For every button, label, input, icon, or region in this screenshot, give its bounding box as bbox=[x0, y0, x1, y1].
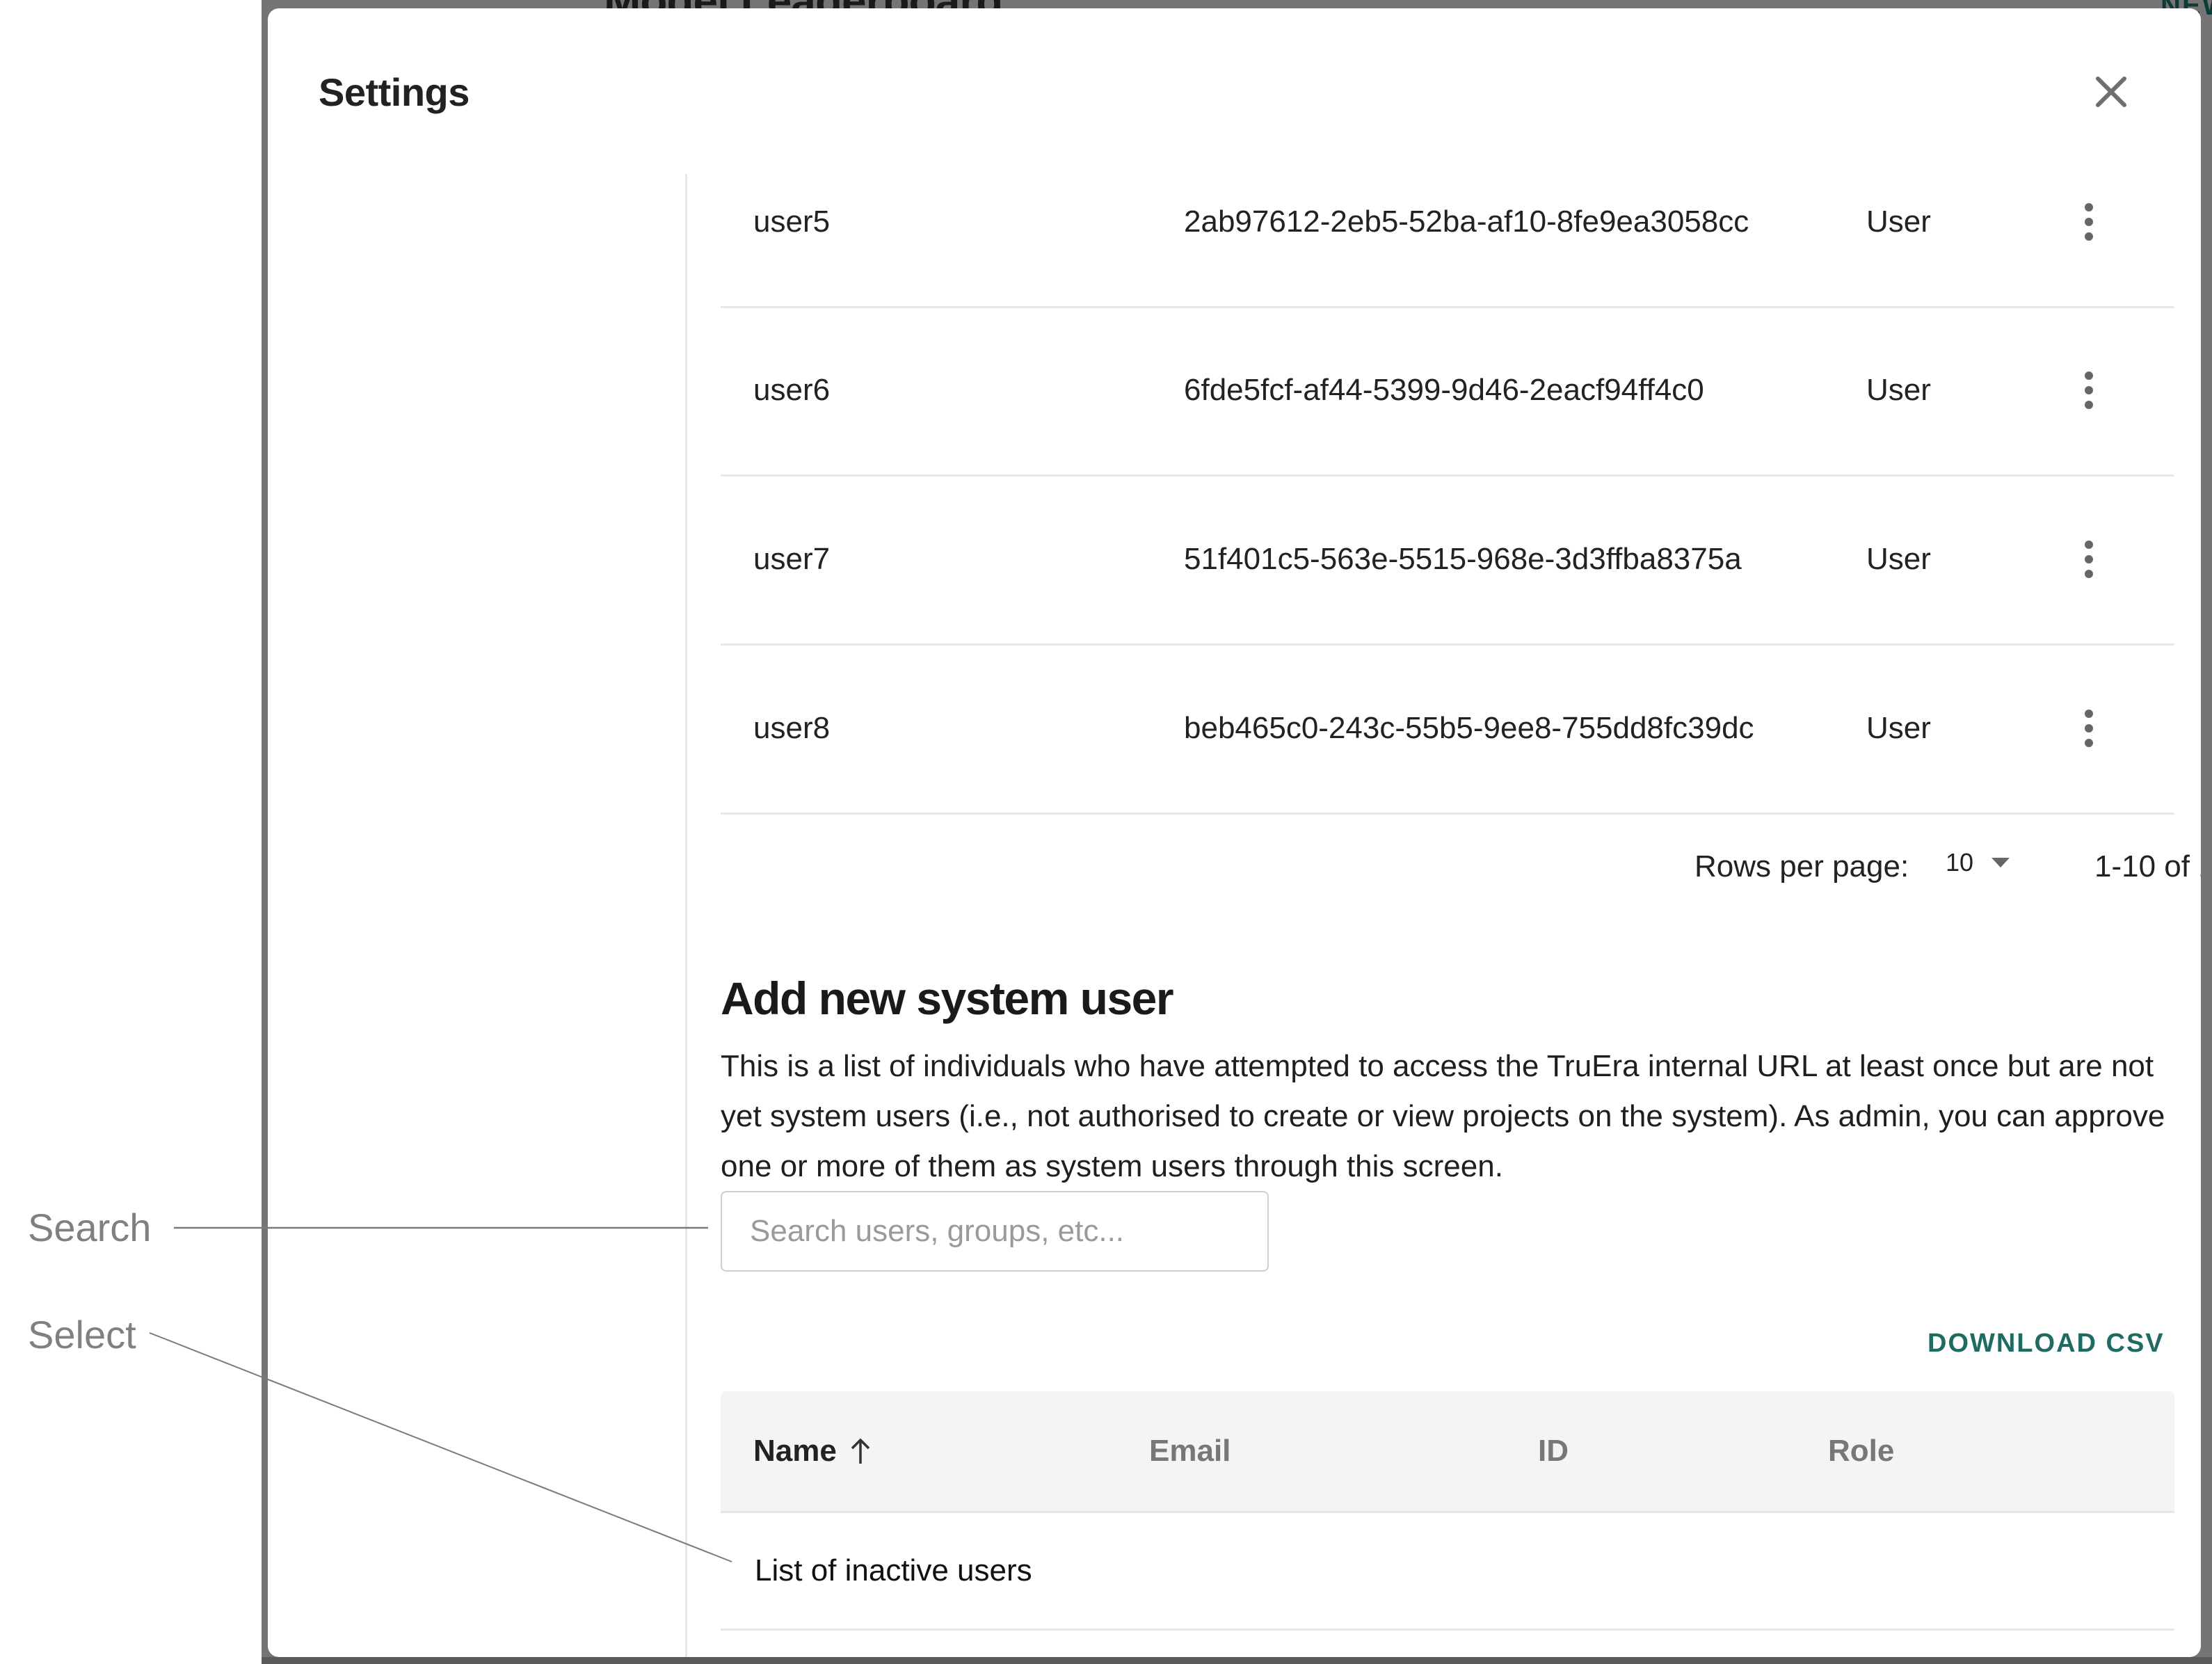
settings-content: user5 2ab97612-2eb5-52ba-af10-8fe9ea3058… bbox=[721, 8, 2201, 1657]
section-title: Add new system user bbox=[721, 973, 1174, 1024]
more-vert-icon bbox=[2085, 371, 2093, 409]
user-name: user8 bbox=[753, 711, 831, 745]
column-header-label: Name bbox=[753, 1434, 837, 1468]
rows-per-page-label: Rows per page: bbox=[1694, 849, 1909, 883]
search-input[interactable] bbox=[722, 1192, 1267, 1270]
user-role: User bbox=[1866, 373, 1931, 407]
user-role: User bbox=[1866, 205, 1931, 239]
table-row: user5 2ab97612-2eb5-52ba-af10-8fe9ea3058… bbox=[721, 138, 2174, 308]
row-menu-button[interactable] bbox=[2068, 701, 2110, 756]
rows-per-page-value: 10 bbox=[1946, 848, 1974, 877]
column-header-email[interactable]: Email bbox=[1149, 1434, 1231, 1469]
column-header-name[interactable]: Name bbox=[753, 1434, 874, 1469]
inactive-users-placeholder: List of inactive users bbox=[755, 1553, 1032, 1587]
user-name: user6 bbox=[753, 373, 831, 407]
column-header-role[interactable]: Role bbox=[1828, 1434, 1894, 1469]
section-description: This is a list of individuals who have a… bbox=[721, 1049, 2165, 1183]
user-id: 51f401c5-563e-5515-968e-3d3ffba8375a bbox=[1184, 542, 1742, 576]
table-row[interactable]: List of inactive users bbox=[721, 1513, 2174, 1631]
more-vert-icon bbox=[2085, 710, 2093, 747]
dropdown-arrow-icon bbox=[1991, 858, 2010, 867]
column-header-id[interactable]: ID bbox=[1538, 1434, 1569, 1469]
search-annotation: Search bbox=[28, 1206, 152, 1249]
inactive-users-table-header: Name Email ID Role bbox=[721, 1391, 2174, 1513]
rows-per-page-select[interactable]: 10 bbox=[1946, 848, 2010, 877]
modal-title: Settings bbox=[319, 70, 470, 114]
user-name: user7 bbox=[753, 542, 831, 576]
sort-ascending-icon bbox=[851, 1438, 870, 1464]
row-menu-button[interactable] bbox=[2068, 362, 2110, 418]
backdrop-shadow bbox=[262, 1657, 2212, 1664]
select-annotation: Select bbox=[28, 1313, 136, 1357]
table-row: user7 51f401c5-563e-5515-968e-3d3ffba837… bbox=[721, 475, 2174, 646]
download-csv-button[interactable]: DOWNLOAD CSV bbox=[1928, 1329, 2165, 1359]
table-pagination: Rows per page: 10 1-10 of 11 bbox=[721, 840, 2201, 895]
table-row: user6 6fde5fcf-af44-5399-9d46-2eacf94ff4… bbox=[721, 306, 2174, 477]
row-menu-button[interactable] bbox=[2068, 531, 2110, 587]
table-row: user8 beb465c0-243c-55b5-9ee8-755dd8fc39… bbox=[721, 644, 2174, 815]
search-field[interactable] bbox=[721, 1191, 1269, 1272]
user-role: User bbox=[1866, 711, 1931, 745]
user-id: 6fde5fcf-af44-5399-9d46-2eacf94ff4c0 bbox=[1184, 373, 1704, 407]
settings-modal: Settings user5 2ab97612-2eb5-52ba-af10-8… bbox=[268, 8, 2201, 1657]
row-menu-button[interactable] bbox=[2068, 194, 2110, 250]
more-vert-icon bbox=[2085, 203, 2093, 241]
user-id: 2ab97612-2eb5-52ba-af10-8fe9ea3058cc bbox=[1184, 205, 1749, 239]
user-id: beb465c0-243c-55b5-9ee8-755dd8fc39dc bbox=[1184, 711, 1754, 745]
sidebar-divider bbox=[685, 174, 687, 1657]
page-range: 1-10 of 11 bbox=[2094, 849, 2201, 883]
user-role: User bbox=[1866, 542, 1931, 576]
more-vert-icon bbox=[2085, 541, 2093, 578]
user-name: user5 bbox=[753, 205, 831, 239]
